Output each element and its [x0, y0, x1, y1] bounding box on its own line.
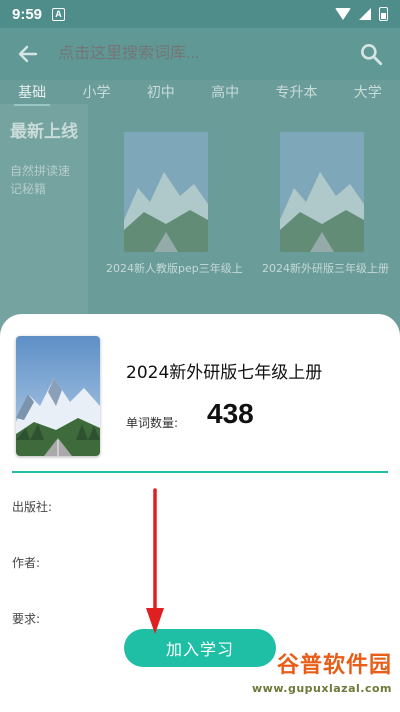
notification-badge-icon: A — [52, 7, 66, 21]
book-title: 2024新人教版pep三年级上 — [106, 262, 243, 275]
back-arrow-icon[interactable] — [16, 42, 40, 66]
sidebar-item-latest[interactable]: 最新上线 — [10, 118, 78, 146]
tab-upgrade[interactable]: 专升本 — [271, 82, 321, 102]
tab-senior[interactable]: 高中 — [207, 82, 243, 102]
app-bar — [0, 28, 400, 80]
sidebar-item-phonics[interactable]: 自然拼读速记秘籍 — [10, 162, 78, 198]
publisher-label: 出版社: — [12, 500, 53, 514]
book-card[interactable]: 2024新人教版pep三年级上 — [106, 132, 243, 334]
tab-primary[interactable]: 小学 — [78, 82, 114, 102]
word-count-value: 438 — [207, 398, 254, 429]
book-title: 2024新外研版七年级上册 — [126, 363, 323, 383]
wifi-icon — [335, 8, 351, 20]
search-icon[interactable] — [358, 41, 384, 67]
word-count-label: 单词数量: — [126, 416, 179, 430]
author-label: 作者: — [12, 556, 41, 570]
watermark-brand: 谷普软件园 — [276, 653, 392, 678]
status-time: 9:59 — [12, 5, 43, 23]
tab-junior[interactable]: 初中 — [143, 82, 179, 102]
watermark-url: www.gupuxlazal.com — [252, 682, 392, 695]
signal-icon — [359, 8, 371, 20]
tab-university[interactable]: 大学 — [350, 82, 386, 102]
book-card[interactable]: 2024新外研版三年级上册 — [262, 132, 389, 334]
tab-basic[interactable]: 基础 — [14, 82, 51, 106]
divider — [12, 471, 388, 473]
book-title: 2024新外研版三年级上册 — [262, 262, 389, 275]
main-content: 最新上线 自然拼读速记秘籍 2024新人教版pep三年级上 2024新外研版三年… — [0, 104, 400, 334]
search-input[interactable] — [58, 45, 350, 63]
book-cover — [16, 336, 100, 456]
annotation-arrow-icon — [146, 488, 164, 634]
watermark-logo: 谷普软件园 www.gupuxlazal.com — [218, 650, 398, 710]
book-list: 2024新人教版pep三年级上 2024新外研版三年级上册 — [88, 104, 400, 334]
sidebar: 最新上线 自然拼读速记秘籍 — [0, 104, 88, 334]
status-bar: 9:59 A — [0, 0, 400, 28]
book-cover — [278, 132, 366, 252]
battery-icon — [379, 7, 388, 21]
category-tabs: 基础 小学 初中 高中 专升本 大学 — [0, 80, 400, 106]
book-cover — [122, 132, 210, 252]
requirement-label: 要求: — [12, 612, 41, 626]
